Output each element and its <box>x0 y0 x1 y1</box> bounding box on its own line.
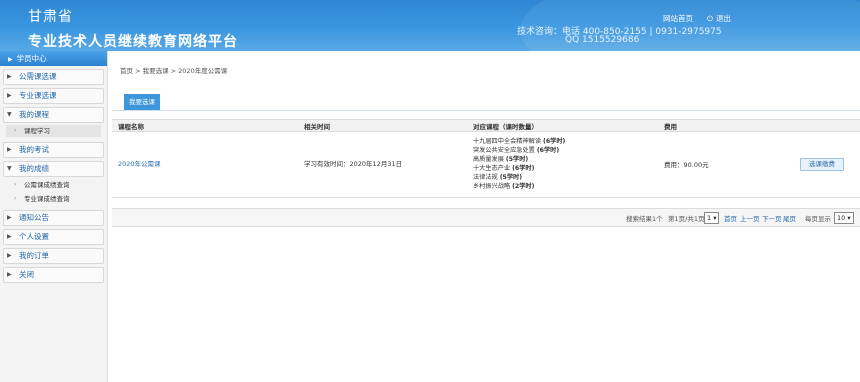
chevron-right-icon: ▶ <box>7 233 12 240</box>
chevron-right-icon: › <box>14 195 17 202</box>
sidebar-item-my-courses[interactable]: ▼ 我的课程 <box>3 107 104 123</box>
main-content: 首页 > 我要选课 > 2020年度公需课 我要选课 课程名称 相关时间 对应课… <box>108 51 860 382</box>
select-pay-button[interactable]: 选课缴费 <box>800 158 844 171</box>
sidebar-item-my-exams[interactable]: ▶ 我的考试 <box>3 142 104 158</box>
sidebar-header-label: 学员中心 <box>16 54 47 63</box>
page-info: 第1页/共1页 <box>668 215 705 223</box>
sidebar-subitem-label: 专业课成绩查询 <box>24 195 70 203</box>
column-course-name: 课程名称 <box>118 123 144 131</box>
pagination: 搜索结果1个 第1页/共1页 1 ▾ 首页 上一页 下一页 尾页 每页显示 10… <box>112 208 860 227</box>
next-page-link[interactable]: 下一页 <box>762 213 782 223</box>
tab-select-course[interactable]: 我要选课 <box>124 94 160 110</box>
sidebar-subitem-public-scores[interactable]: › 公需课成绩查询 <box>6 179 101 191</box>
power-icon: ⏻ <box>707 14 713 23</box>
validity-time: 学习有效时间：2020年12月31日 <box>304 160 403 168</box>
list-item: 突发公共安全应急处置 (6学时) <box>473 147 560 154</box>
per-page-select[interactable]: 10 ▾ <box>834 212 854 224</box>
sidebar-item-public-course[interactable]: ▶ 公需课选课 <box>3 69 104 85</box>
chevron-right-icon: ▶ <box>7 73 12 80</box>
first-page-link[interactable]: 首页 <box>724 213 737 223</box>
page-select[interactable]: 1 ▾ <box>704 212 720 224</box>
sidebar-item-label: 通知公告 <box>19 213 49 222</box>
column-courses: 对应课程（课时数量） <box>473 123 538 131</box>
fee-value: 费用：90.00元 <box>664 161 709 169</box>
contact-qq: QQ 1515529686 <box>565 35 640 45</box>
sidebar-item-close[interactable]: ▶ 关闭 <box>3 267 104 283</box>
logout-link[interactable]: ⏻ 退出 <box>707 13 731 24</box>
header: 甘肃省 专业技术人员继续教育网络平台 网站首页 ⏻ 退出 技术咨询：电话 400-… <box>0 0 860 51</box>
table-row: 2020年公需课 学习有效时间：2020年12月31日 十九届四中全会精神解读 … <box>112 131 860 198</box>
chevron-right-icon: ▶ <box>7 146 12 153</box>
chevron-right-icon: ▶ <box>7 92 12 99</box>
chevron-down-icon: ▼ <box>7 111 12 118</box>
per-page-label: 每页显示 <box>805 215 831 223</box>
chevron-right-icon: › <box>14 181 17 188</box>
sidebar-item-label: 我的课程 <box>19 110 49 119</box>
chevron-right-icon: ▶ <box>7 214 12 221</box>
sidebar-subitem-course-study[interactable]: › 课程学习 <box>6 125 101 137</box>
list-item: 十九届四中全会精神解读 (6学时) <box>473 138 566 145</box>
sidebar-item-label: 专业课选课 <box>19 91 57 100</box>
sidebar-item-settings[interactable]: ▶ 个人设置 <box>3 229 104 245</box>
sidebar-item-notices[interactable]: ▶ 通知公告 <box>3 210 104 226</box>
home-link[interactable]: 网站首页 <box>663 13 693 24</box>
sidebar: ▶ 学员中心 ▶ 公需课选课 ▶ 专业课选课 ▼ 我的课程 › 课程学习 ▶ 我的… <box>0 51 108 382</box>
tab-divider <box>112 110 860 111</box>
sidebar-subitem-professional-scores[interactable]: › 专业课成绩查询 <box>6 193 101 205</box>
chevron-right-icon: ▶ <box>8 56 13 63</box>
site-title-province: 甘肃省 <box>28 9 73 25</box>
chevron-right-icon: ▶ <box>7 271 12 278</box>
sidebar-item-my-scores[interactable]: ▼ 我的成绩 <box>3 161 104 177</box>
column-time: 相关时间 <box>304 123 330 131</box>
sidebar-item-label: 我的考试 <box>19 145 49 154</box>
course-name-link[interactable]: 2020年公需课 <box>118 158 161 168</box>
list-item: 法律法规 (5学时) <box>473 174 523 181</box>
sidebar-item-label: 关闭 <box>19 270 34 279</box>
chevron-right-icon: › <box>14 127 17 134</box>
logout-label: 退出 <box>715 14 731 23</box>
site-title: 专业技术人员继续教育网络平台 <box>28 34 238 50</box>
sidebar-item-professional-course[interactable]: ▶ 专业课选课 <box>3 88 104 104</box>
sidebar-item-label: 我的订单 <box>19 251 49 260</box>
prev-page-link[interactable]: 上一页 <box>740 213 760 223</box>
sidebar-item-label: 公需课选课 <box>19 72 57 81</box>
list-item: 十大生态产业 (6学时) <box>473 165 535 172</box>
sidebar-item-label: 我的成绩 <box>19 164 49 173</box>
result-count: 搜索结果1个 <box>626 215 663 223</box>
sidebar-header: ▶ 学员中心 <box>0 51 107 66</box>
sidebar-item-label: 个人设置 <box>19 232 49 241</box>
sidebar-subitem-label: 公需课成绩查询 <box>24 181 70 189</box>
last-page-link[interactable]: 尾页 <box>783 213 796 223</box>
chevron-right-icon: ▶ <box>7 252 12 259</box>
chevron-down-icon: ▼ <box>7 165 12 172</box>
breadcrumb: 首页 > 我要选课 > 2020年度公需课 <box>120 67 228 75</box>
top-links: 网站首页 ⏻ 退出 <box>663 13 731 24</box>
list-item: 乡村振兴战略 (2学时) <box>473 183 535 190</box>
sidebar-subitem-label: 课程学习 <box>24 127 50 135</box>
list-item: 高质量发展 (5学时) <box>473 156 529 163</box>
course-list: 十九届四中全会精神解读 (6学时) 突发公共安全应急处置 (6学时) 高质量发展… <box>473 137 565 191</box>
column-fee: 费用 <box>664 123 677 131</box>
sidebar-item-orders[interactable]: ▶ 我的订单 <box>3 248 104 264</box>
